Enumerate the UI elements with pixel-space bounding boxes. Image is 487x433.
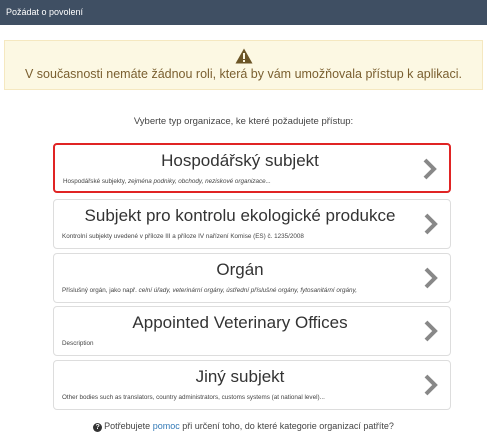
- org-option-appointed-veterinary-offices[interactable]: Appointed Veterinary Offices Description: [53, 306, 451, 356]
- org-option-description: Příslušný orgán, jako např. celní úřady,…: [62, 287, 357, 294]
- org-option-title: Jiný subjekt: [195, 367, 285, 386]
- warning-message: V současnosti nemáte žádnou roli, která …: [24, 67, 463, 81]
- org-option-title: Subjekt pro kontrolu ekologické produkce: [84, 206, 396, 225]
- warning-alert: V současnosti nemáte žádnou roli, která …: [4, 40, 483, 90]
- help-text: ? Potřebujete pomoc při určení toho, do k…: [0, 421, 487, 432]
- help-link[interactable]: pomoc: [153, 421, 180, 431]
- org-option-authority[interactable]: Orgán Příslušný orgán, jako např. celní …: [53, 253, 451, 303]
- chevron-right-icon: [424, 267, 438, 289]
- chevron-right-icon: [423, 158, 437, 180]
- warning-triangle-icon: [235, 48, 252, 64]
- org-option-description: Description: [62, 340, 94, 347]
- chevron-right-icon: [424, 320, 438, 342]
- window-titlebar: Požádat o povolení: [0, 0, 487, 25]
- question-circle-icon: ?: [93, 423, 103, 432]
- org-option-title: Orgán: [216, 260, 264, 279]
- org-option-other-body[interactable]: Jiný subjekt Other bodies such as transl…: [53, 360, 451, 410]
- org-option-title: Appointed Veterinary Offices: [132, 313, 348, 332]
- org-option-description: Other bodies such as translators, countr…: [62, 394, 325, 401]
- org-option-organic-control-body[interactable]: Subjekt pro kontrolu ekologické produkce…: [53, 199, 451, 249]
- window-title: Požádat o povolení: [6, 7, 84, 17]
- organization-type-prompt: Vyberte typ organizace, ke které požaduj…: [133, 116, 354, 127]
- org-option-title: Hospodářský subjekt: [161, 151, 319, 170]
- org-option-description: Hospodářské subjekty, zejména podniky, o…: [63, 178, 271, 185]
- chevron-right-icon: [424, 374, 438, 396]
- org-option-description: Kontrolní subjekty uvedené v příloze III…: [62, 233, 304, 240]
- org-option-economic-operator[interactable]: Hospodářský subjekt Hospodářské subjekty…: [53, 143, 451, 193]
- chevron-right-icon: [424, 213, 438, 235]
